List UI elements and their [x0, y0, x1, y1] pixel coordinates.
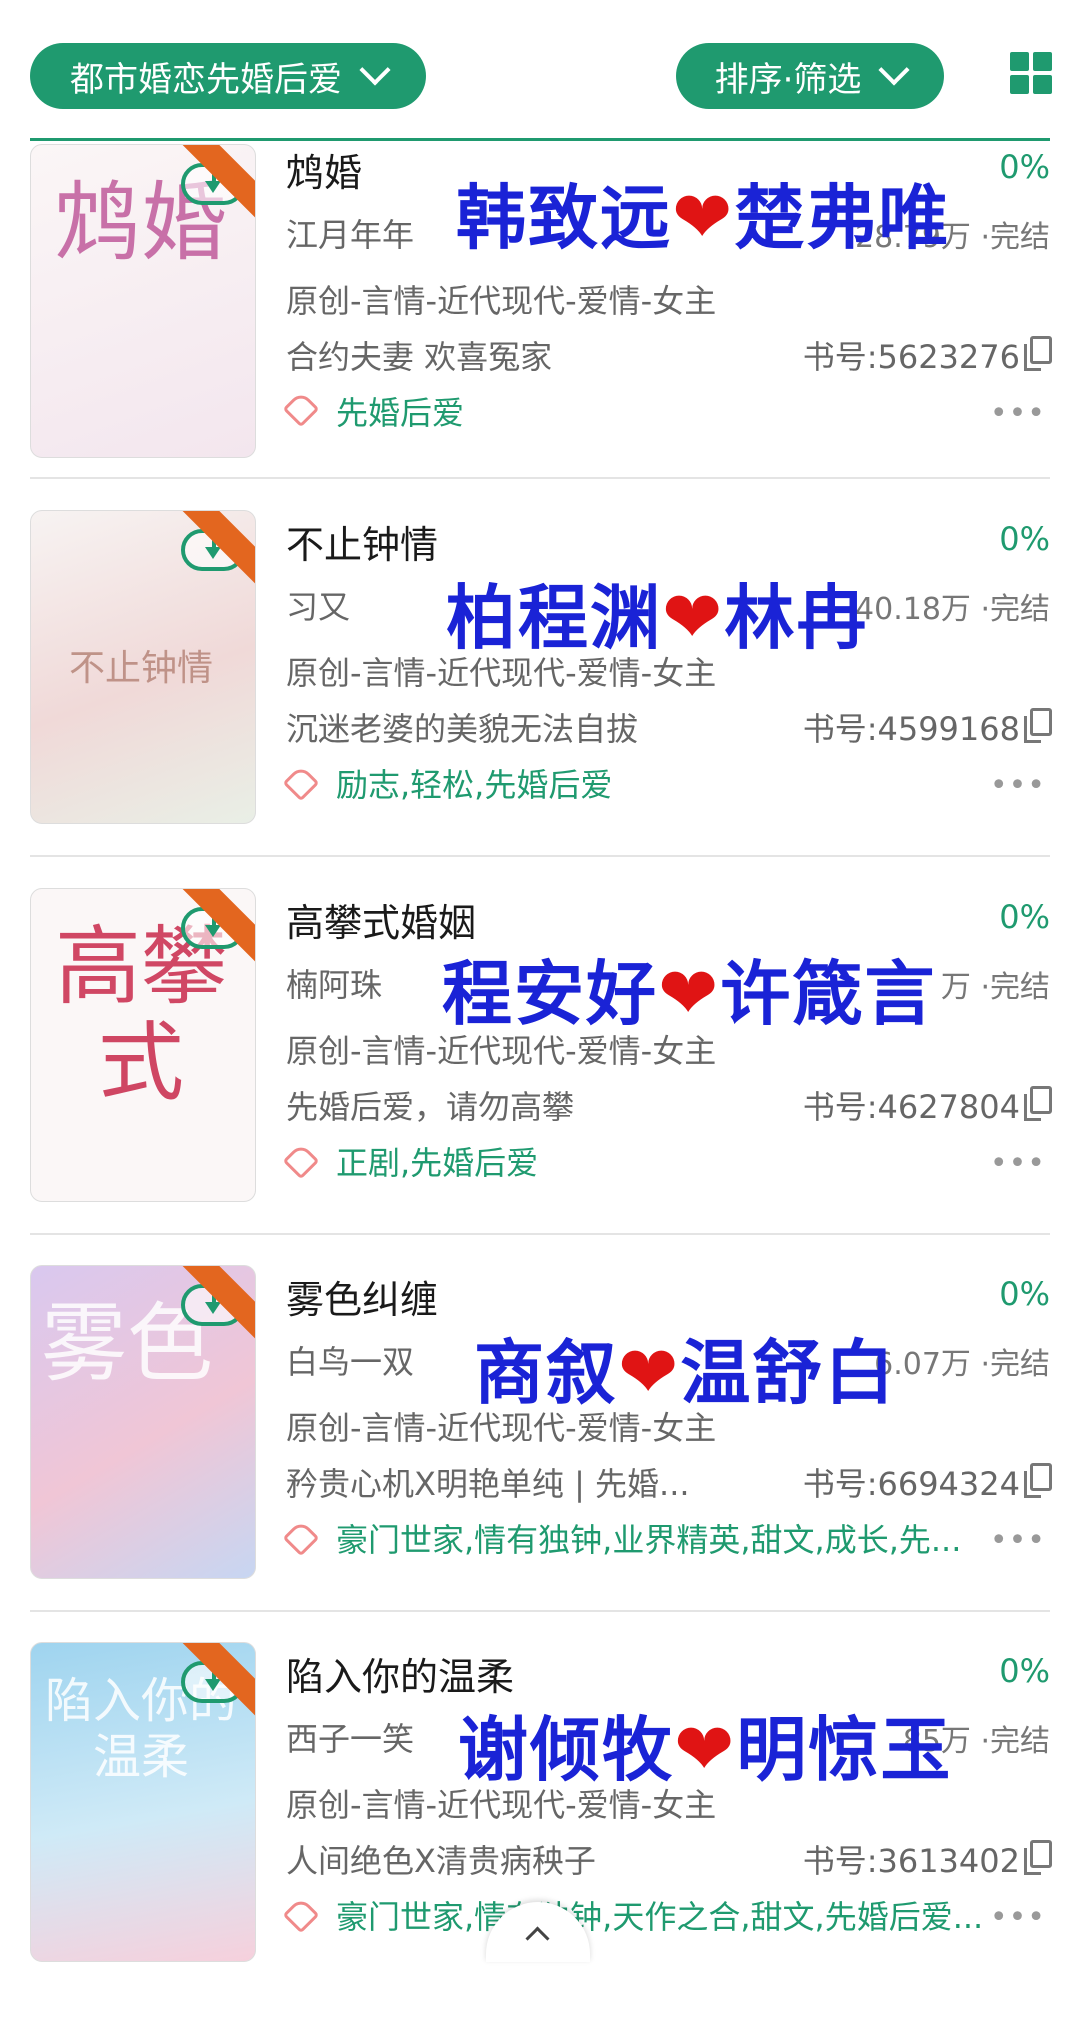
book-cover[interactable]: 雾色	[30, 1265, 256, 1579]
book-author[interactable]: 楠阿珠	[286, 960, 382, 1006]
heart-icon: ❤	[658, 951, 721, 1035]
book-tags[interactable]: 豪门世家,情有独钟,业界精英,甜文,成长,先...	[336, 1515, 1026, 1561]
copy-icon[interactable]	[1024, 708, 1052, 743]
divider	[30, 1233, 1050, 1235]
word-count-status: 6.07万 ·完结	[874, 1347, 1050, 1382]
book-item[interactable]: 雾色 雾色纠缠 0% 白鸟一双 6.07万 ·完结 原创-言情-近代现代-爱情-…	[0, 1265, 1080, 1643]
book-blurb: 沉迷老婆的美貌无法自拔	[286, 710, 639, 748]
book-title[interactable]: 不止钟情	[286, 514, 438, 569]
divider	[30, 1610, 1050, 1612]
book-category: 原创-言情-近代现代-爱情-女主	[286, 282, 717, 320]
copy-icon[interactable]	[1024, 1463, 1052, 1498]
book-id: 书号:5623276	[802, 338, 1020, 376]
tag-icon	[282, 1896, 320, 1934]
more-icon[interactable]: •••	[990, 396, 1046, 431]
male-lead-name: 程安好	[442, 953, 658, 1035]
book-title[interactable]: 雾色纠缠	[286, 1269, 438, 1324]
word-count-status: 万 ·完结	[940, 970, 1050, 1005]
cover-title: 不止钟情	[68, 648, 213, 689]
book-author[interactable]: 西子一笑	[286, 1714, 414, 1760]
book-cover[interactable]: 高攀式	[30, 888, 256, 1202]
heart-icon: ❤	[674, 1707, 737, 1791]
book-tags[interactable]: 励志,轻松,先婚后爱	[336, 760, 1026, 806]
book-blurb: 矜贵心机X明艳单纯 | 先婚...	[286, 1465, 690, 1503]
tag-icon	[282, 1142, 320, 1180]
more-icon[interactable]: •••	[990, 1900, 1046, 1935]
male-lead-name: 韩致远	[456, 177, 672, 259]
chevron-down-icon	[359, 54, 391, 86]
read-progress: 0%	[999, 898, 1050, 936]
book-author[interactable]: 习又	[286, 582, 350, 628]
filter-bar: 都市婚恋先婚后爱 排序·筛选	[0, 0, 1080, 141]
sort-filter-label: 排序·筛选	[714, 59, 862, 100]
female-lead-name: 温舒白	[680, 1332, 897, 1414]
book-cover[interactable]: 鸩婚	[30, 144, 256, 458]
read-progress: 0%	[999, 1652, 1050, 1690]
sort-filter-button[interactable]: 排序·筛选	[676, 43, 944, 109]
male-lead-name: 商叙	[474, 1332, 618, 1414]
book-id: 书号:4627804	[802, 1088, 1020, 1126]
more-icon[interactable]: •••	[990, 1146, 1046, 1181]
filter-bar-underline	[30, 138, 1050, 141]
grid-view-icon[interactable]	[1010, 52, 1052, 94]
more-icon[interactable]: •••	[990, 1523, 1046, 1558]
read-progress: 0%	[999, 148, 1050, 186]
book-title[interactable]: 陷入你的温柔	[286, 1646, 514, 1701]
word-count-status: 40.18万 ·完结	[855, 592, 1050, 627]
female-lead-name: 许箴言	[720, 953, 937, 1035]
copy-icon[interactable]	[1024, 336, 1052, 371]
couple-overlay: 韩致远❤楚弗唯	[456, 162, 950, 263]
book-blurb: 先婚后爱，请勿高攀	[286, 1088, 575, 1126]
female-lead-name: 楚弗唯	[734, 177, 951, 259]
chevron-down-icon	[878, 54, 910, 86]
book-author[interactable]: 白鸟一双	[286, 1337, 414, 1383]
female-lead-name: 林冉	[724, 577, 869, 659]
heart-icon: ❤	[672, 175, 735, 259]
couple-overlay: 商叙❤温舒白	[474, 1317, 896, 1418]
book-title[interactable]: 鸩婚	[286, 142, 362, 197]
book-tags[interactable]: 豪门世家,情有独钟,天作之合,甜文,先婚后爱...	[336, 1892, 1026, 1938]
book-item[interactable]: 不止钟情 不止钟情 0% 习又 40.18万 ·完结 原创-言情-近代现代-爱情…	[0, 510, 1080, 888]
category-filter-label: 都市婚恋先婚后爱	[70, 59, 342, 100]
copy-icon[interactable]	[1024, 1840, 1052, 1875]
book-item[interactable]: 陷入你的温柔 陷入你的温柔 0% 西子一笑 85万 ·完结 原创-言情-近代现代…	[0, 1642, 1080, 2020]
book-tags[interactable]: 正剧,先婚后爱	[336, 1138, 1026, 1184]
male-lead-name: 谢倾牧	[458, 1709, 674, 1791]
couple-overlay: 柏程渊❤林冉	[446, 562, 868, 663]
read-progress: 0%	[999, 520, 1050, 558]
book-id: 书号:6694324	[802, 1465, 1020, 1503]
book-tags[interactable]: 先婚后爱	[336, 388, 1026, 434]
divider	[30, 477, 1050, 479]
read-progress: 0%	[999, 1275, 1050, 1313]
tag-icon	[282, 1519, 320, 1557]
book-cover[interactable]: 陷入你的温柔	[30, 1642, 256, 1962]
couple-overlay: 程安好❤许箴言	[442, 938, 936, 1039]
couple-overlay: 谢倾牧❤明惊玉	[458, 1694, 952, 1795]
female-lead-name: 明惊玉	[736, 1709, 953, 1791]
book-id: 书号:3613402	[802, 1842, 1020, 1880]
book-cover[interactable]: 不止钟情	[30, 510, 256, 824]
category-filter-button[interactable]: 都市婚恋先婚后爱	[30, 43, 426, 109]
copy-icon[interactable]	[1024, 1086, 1052, 1121]
book-blurb: 合约夫妻 欢喜冤家	[286, 338, 553, 376]
book-item[interactable]: 高攀式 高攀式婚姻 0% 楠阿珠 万 ·完结 原创-言情-近代现代-爱情-女主 …	[0, 888, 1080, 1266]
book-author[interactable]: 江月年年	[286, 210, 414, 256]
male-lead-name: 柏程渊	[446, 577, 662, 659]
book-item[interactable]: 鸩婚 鸩婚 0% 江月年年 28.79万 ·完结 原创-言情-近代现代-爱情-女…	[0, 140, 1080, 518]
divider	[30, 855, 1050, 857]
heart-icon: ❤	[662, 575, 725, 659]
more-icon[interactable]: •••	[990, 768, 1046, 803]
tag-icon	[282, 764, 320, 802]
tag-icon	[282, 390, 320, 428]
heart-icon: ❤	[618, 1330, 681, 1414]
book-blurb: 人间绝色X清贵病秧子	[286, 1842, 596, 1880]
book-id: 书号:4599168	[802, 710, 1020, 748]
